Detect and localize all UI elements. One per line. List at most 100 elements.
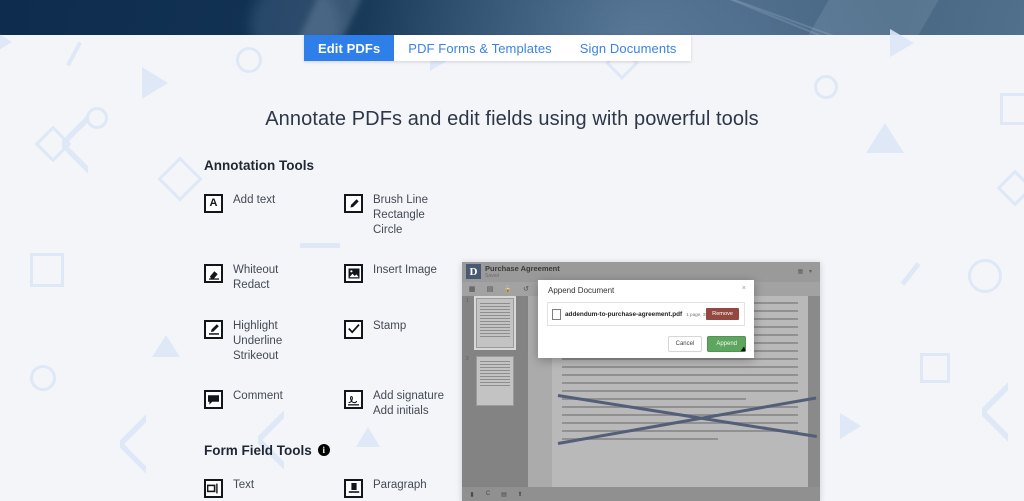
page-thumbnail[interactable] (476, 356, 514, 406)
page-root: Edit PDFs PDF Forms & Templates Sign Doc… (0, 0, 1024, 501)
app-logo: D (466, 264, 481, 279)
thumbnail-number: 2 (466, 356, 469, 362)
hero-banner (0, 0, 1024, 35)
highlight-icon (204, 319, 223, 339)
circle-label: Circle (373, 223, 403, 236)
add-text-icon: A (204, 194, 223, 213)
page-thumbnail[interactable] (474, 296, 516, 350)
stamp-icon (344, 319, 363, 339)
tool-add-text[interactable]: A Add text (204, 193, 344, 237)
whiteout-label: Whiteout (233, 264, 279, 277)
app-footer-toolbar: ▮ C ▤ ⬆ (462, 487, 820, 501)
cancel-button[interactable]: Cancel (667, 336, 703, 352)
shape-square (30, 253, 64, 287)
shape-triangle (152, 335, 180, 357)
shape-circle (30, 365, 56, 391)
tool-brush-labels: Brush Line Rectangle Circle (373, 193, 428, 237)
thumbnail-number: 1 (466, 298, 469, 304)
tool-text-field-label: Text (233, 478, 255, 491)
tool-paragraph-field-label: Paragraph (373, 478, 427, 491)
app-header: D Purchase Agreement Saved ▦ ▾ (462, 262, 820, 282)
tool-comment[interactable]: Comment (204, 389, 344, 419)
annotation-tools-grid: A Add text Brush Line Rectangle Circle W… (204, 193, 464, 445)
close-icon[interactable]: × (742, 285, 746, 292)
tool-highlight[interactable]: Highlight Underline Strikeout (204, 319, 344, 363)
thumbnail-sidebar[interactable]: 1 2 (462, 296, 528, 487)
document-status: Saved (485, 273, 500, 279)
shape-square (920, 353, 950, 383)
file-icon (552, 308, 561, 320)
shape-triangle (840, 413, 861, 439)
shape-circle (814, 75, 838, 99)
shape-triangle (142, 67, 168, 99)
toolbar-icon-layout[interactable]: ▤ (486, 285, 494, 293)
shape-line (66, 41, 82, 67)
page-title: Annotate PDFs and edit fields using with… (265, 108, 759, 130)
highlight-label: Highlight (233, 319, 278, 332)
tool-insert-image-label: Insert Image (373, 264, 437, 277)
add-signature-label: Add signature (373, 390, 444, 403)
form-field-tools-grid: Text Paragraph (204, 478, 464, 501)
shape-circle (236, 47, 262, 73)
underline-label: Underline (233, 334, 283, 347)
tool-add-text-label: Add text (233, 194, 276, 206)
footer-icon-upload[interactable]: ⬆ (516, 490, 524, 498)
footer-icon-rotate[interactable]: C (484, 490, 492, 498)
add-initials-label: Add initials (373, 405, 429, 418)
shape-diamond (157, 156, 203, 202)
tool-brush[interactable]: Brush Line Rectangle Circle (344, 193, 484, 237)
annotation-tools-heading: Annotation Tools (204, 158, 464, 173)
tab-sign-documents[interactable]: Sign Documents (566, 35, 691, 61)
strikeout-label: Strikeout (233, 349, 279, 362)
append-document-dialog: Append Document × addendum-to-purchase-a… (538, 280, 754, 358)
dialog-footer: Cancel Append (667, 336, 748, 354)
form-field-tools-heading: Form Field Tools i (204, 443, 464, 458)
shape-line (900, 262, 921, 286)
redact-label: Redact (233, 279, 270, 292)
footer-icon-copy[interactable]: ▤ (500, 490, 508, 498)
banner-streak-4 (799, 0, 951, 35)
shape-diamond (996, 169, 1024, 207)
toolbar-icon-undo[interactable]: ↺ (522, 285, 530, 293)
app-preview: D Purchase Agreement Saved ▦ ▾ ▦ ▤ 🔒 ↺ ↻… (462, 262, 820, 501)
dialog-title: Append Document (548, 286, 615, 295)
text-field-icon (204, 478, 223, 498)
tool-comment-label: Comment (233, 390, 283, 403)
comment-icon (204, 390, 223, 410)
document-title: Purchase Agreement (485, 264, 560, 273)
toolbar-icon-lock[interactable]: 🔒 (504, 285, 513, 293)
whiteout-icon (204, 264, 223, 284)
signature-icon (344, 390, 363, 410)
attached-file-row: addendum-to-purchase-agreement.pdf 1 pag… (547, 302, 745, 326)
append-button[interactable]: Append (707, 336, 748, 354)
tool-whiteout[interactable]: Whiteout Redact (204, 263, 344, 293)
info-icon[interactable]: i (317, 444, 330, 457)
tool-text-field[interactable]: Text (204, 478, 344, 498)
app-menu-icon[interactable]: ▦ ▾ (798, 268, 814, 275)
tool-whiteout-labels: Whiteout Redact (233, 263, 278, 293)
file-name: addendum-to-purchase-agreement.pdf (565, 310, 683, 318)
shape-diamond (34, 125, 72, 163)
tool-stamp-label: Stamp (373, 319, 407, 332)
shape-zigzag (982, 383, 1008, 441)
tab-edit-pdfs[interactable]: Edit PDFs (304, 35, 395, 61)
form-field-tools-label: Form Field Tools (204, 442, 312, 458)
rectangle-label: Rectangle (373, 208, 425, 221)
insert-image-icon (344, 264, 363, 284)
banner-streak-2 (570, 0, 850, 35)
tab-bar: Edit PDFs PDF Forms & Templates Sign Doc… (304, 35, 691, 61)
thumbnail-lines (480, 361, 510, 388)
append-button-label: Append (716, 341, 737, 347)
thumbnail-lines (480, 303, 510, 339)
tab-pdf-forms-templates[interactable]: PDF Forms & Templates (394, 35, 565, 61)
brush-icon (344, 194, 363, 213)
footer-icon-delete[interactable]: ▮ (468, 490, 476, 498)
tool-signature-labels: Add signature Add initials (373, 389, 444, 419)
remove-file-button[interactable]: Remove (706, 308, 739, 320)
toolbar-icon-pages[interactable]: ▦ (468, 285, 476, 293)
mouse-cursor-icon (740, 346, 748, 354)
brush-line-label: Brush Line (373, 194, 428, 206)
dialog-header: Append Document × (538, 280, 754, 300)
shape-circle (968, 259, 1002, 293)
annotation-tools-label: Annotation Tools (204, 158, 314, 173)
